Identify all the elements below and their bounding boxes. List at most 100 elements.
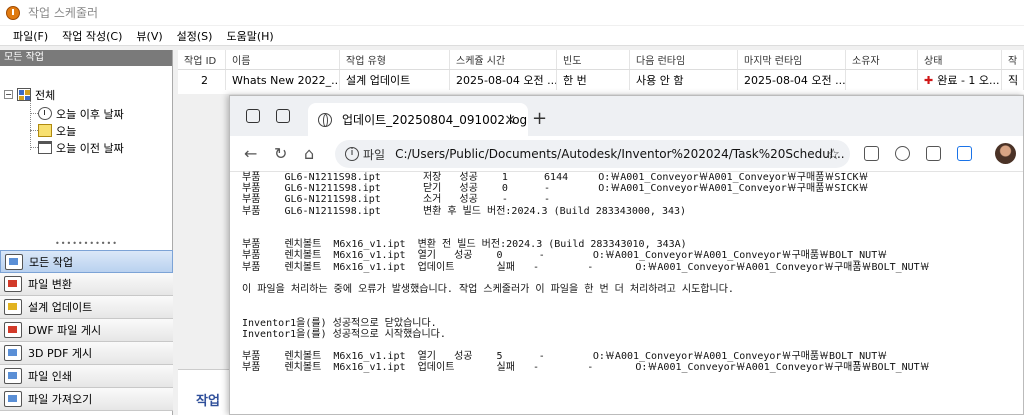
- title-bar: 작업 스케줄러: [0, 0, 1024, 25]
- favorites-icon[interactable]: [926, 146, 941, 161]
- tab-title: 업데이트_20250804_091002.log: [342, 113, 528, 127]
- details-pane: 작업: [178, 369, 233, 415]
- collections-icon[interactable]: [957, 146, 972, 161]
- address-url[interactable]: C:/Users/Public/Documents/Autodesk/Inven…: [395, 147, 844, 161]
- log-line: Inventor1을(를) 성공적으로 닫았습니다.: [242, 317, 437, 329]
- log-line: 부품 렌치볼트 M6x16_v1.ipt 업데이트 실패 - - O:￦A001…: [242, 362, 930, 374]
- nav-label: 파일 인쇄: [28, 370, 72, 383]
- task-scheduler-app-icon: [6, 5, 20, 20]
- cell-frequency: 한 번: [557, 70, 630, 90]
- panel-splitter[interactable]: •••••••••••: [0, 240, 173, 248]
- all-tasks-icon: [5, 253, 23, 270]
- nav-update-design[interactable]: 설계 업데이트: [0, 296, 173, 319]
- tree-line: [30, 98, 31, 150]
- log-line: 부품 GL6-N1211S98.ipt 소거 성공 - -: [242, 194, 551, 206]
- log-line: 부품 렌치볼트 M6x16_v1.ipt 열기 성공 5 - O:￦A001_C…: [242, 351, 888, 363]
- column-header[interactable]: 마지막 런타임: [738, 50, 846, 69]
- column-header[interactable]: 이름: [226, 50, 340, 69]
- home-icon[interactable]: ⌂: [304, 144, 314, 163]
- task-table: 작업 ID 이름 작업 유형 스케쥴 시간 빈도 다음 런타임 마지막 런타임 …: [178, 50, 1024, 94]
- address-row: ← ↻ ⌂ i 파일 C:/Users/Public/Documents/Aut…: [230, 136, 1023, 172]
- today-star-icon: [38, 124, 52, 137]
- import-icon: [4, 391, 22, 407]
- collapse-icon[interactable]: −: [4, 90, 13, 99]
- tree-item-all[interactable]: − 전체: [4, 86, 55, 103]
- close-tab-icon[interactable]: ×: [504, 112, 516, 128]
- cell-last-run: 2025-08-04 오전 ...: [738, 70, 846, 90]
- tree-item-label: 전체: [35, 88, 56, 102]
- column-header[interactable]: 상태: [918, 50, 1002, 69]
- tab-actions-icon[interactable]: [276, 109, 290, 123]
- column-header[interactable]: 빈도: [557, 50, 630, 69]
- column-header[interactable]: 다음 런타임: [630, 50, 738, 69]
- log-line: 부품 GL6-N1211S98.ipt 변환 후 빌드 버전:2024.3 (B…: [242, 205, 687, 217]
- column-header[interactable]: 작: [1002, 50, 1024, 69]
- nav-all-tasks[interactable]: 모든 작업: [0, 250, 173, 273]
- nav-print-files[interactable]: 파일 인쇄: [0, 365, 173, 388]
- menu-create-task[interactable]: 작업 작성(C): [55, 28, 129, 44]
- cell-type: 설계 업데이트: [340, 70, 450, 90]
- log-line: 이 파일을 처리하는 중에 오류가 발생했습니다. 작업 스케줄러가 이 파일을…: [242, 284, 734, 296]
- details-label: 작업: [196, 394, 220, 409]
- info-icon[interactable]: i: [345, 147, 359, 161]
- cell-extra: 직: [1002, 70, 1024, 90]
- back-arrow-icon[interactable]: ←: [244, 144, 257, 163]
- tree-item-today[interactable]: 오늘: [38, 122, 76, 139]
- cell-name: Whats New 2022_...: [226, 70, 340, 90]
- workspaces-icon[interactable]: [246, 109, 260, 123]
- left-panel-header: 모든 작업: [0, 50, 172, 66]
- log-line: 부품 렌치볼트 M6x16_v1.ipt 변환 전 빌드 버전:2024.3 (…: [242, 239, 687, 251]
- log-line: 부품 GL6-N1211S98.ipt 저장 성공 1 6144 O:￦A001…: [242, 172, 869, 183]
- pdf-icon: [4, 345, 22, 361]
- profile-avatar[interactable]: [995, 143, 1016, 164]
- column-header[interactable]: 스케쥴 시간: [450, 50, 557, 69]
- tree-line: [30, 147, 38, 148]
- menu-file[interactable]: 파일(F): [6, 28, 55, 44]
- browser-window: 업데이트_20250804_091002.log × + ← ↻ ⌂ i 파일 …: [229, 95, 1024, 415]
- address-scheme-label: 파일: [363, 147, 386, 162]
- nav-label: 파일 변환: [28, 278, 72, 291]
- browser-tab[interactable]: 업데이트_20250804_091002.log ×: [308, 103, 528, 136]
- column-header[interactable]: 작업 유형: [340, 50, 450, 69]
- nav-label: DWF 파일 게시: [28, 324, 102, 337]
- cell-next-run: 사용 안 함: [630, 70, 738, 90]
- menu-bar: 파일(F) 작업 작성(C) 뷰(V) 설정(S) 도움말(H): [0, 26, 1024, 46]
- update-design-icon: [4, 299, 22, 315]
- cell-schedule: 2025-08-04 오전 ...: [450, 70, 557, 90]
- window-title: 작업 스케줄러: [28, 6, 99, 20]
- nav-migrate-files[interactable]: 파일 변환: [0, 273, 173, 296]
- log-line: 부품 렌치볼트 M6x16_v1.ipt 열기 성공 0 - O:￦A001_C…: [242, 250, 888, 262]
- task-category-list: 모든 작업 파일 변환 설계 업데이트 DWF 파일 게시 3D PDF 게시 …: [0, 250, 173, 411]
- error-cross-icon: ✚: [924, 73, 934, 87]
- extensions-icon[interactable]: [895, 146, 910, 161]
- log-line: 부품 GL6-N1211S98.ipt 닫기 성공 0 - O:￦A001_Co…: [242, 183, 869, 195]
- nav-import-files[interactable]: 파일 가져오기: [0, 388, 173, 411]
- table-row[interactable]: 2 Whats New 2022_... 설계 업데이트 2025-08-04 …: [178, 70, 1024, 90]
- log-line: 부품 렌치볼트 M6x16_v1.ipt 업데이트 실패 - - O:￦A001…: [242, 261, 930, 273]
- column-header[interactable]: 작업 ID: [178, 50, 226, 69]
- menu-settings[interactable]: 설정(S): [170, 28, 220, 44]
- nav-publish-3d-pdf[interactable]: 3D PDF 게시: [0, 342, 173, 365]
- clock-icon: [38, 107, 52, 120]
- tree-item-future[interactable]: 오늘 이후 날짜: [38, 105, 124, 122]
- file-migrate-icon: [4, 276, 22, 292]
- column-header[interactable]: 소유자: [846, 50, 918, 69]
- tree-item-label: 오늘 이후 날짜: [56, 107, 124, 121]
- tree-item-past[interactable]: 오늘 이전 날짜: [38, 139, 124, 156]
- left-panel: 모든 작업 − 전체 오늘 이후 날짜 오늘 오늘 이전 날짜 ••••••••…: [0, 50, 173, 415]
- favorite-star-icon[interactable]: ☆: [827, 145, 840, 163]
- refresh-icon[interactable]: ↻: [274, 144, 287, 163]
- split-screen-icon[interactable]: [864, 146, 879, 161]
- nav-publish-dwf[interactable]: DWF 파일 게시: [0, 319, 173, 342]
- dwf-icon: [4, 322, 22, 338]
- new-tab-button[interactable]: +: [532, 108, 547, 129]
- menu-view[interactable]: 뷰(V): [129, 28, 169, 44]
- address-bar[interactable]: i 파일 C:/Users/Public/Documents/Autodesk/…: [335, 140, 850, 168]
- nav-label: 파일 가져오기: [28, 393, 93, 406]
- tree-item-label: 오늘 이전 날짜: [56, 141, 124, 155]
- menu-help[interactable]: 도움말(H): [219, 28, 280, 44]
